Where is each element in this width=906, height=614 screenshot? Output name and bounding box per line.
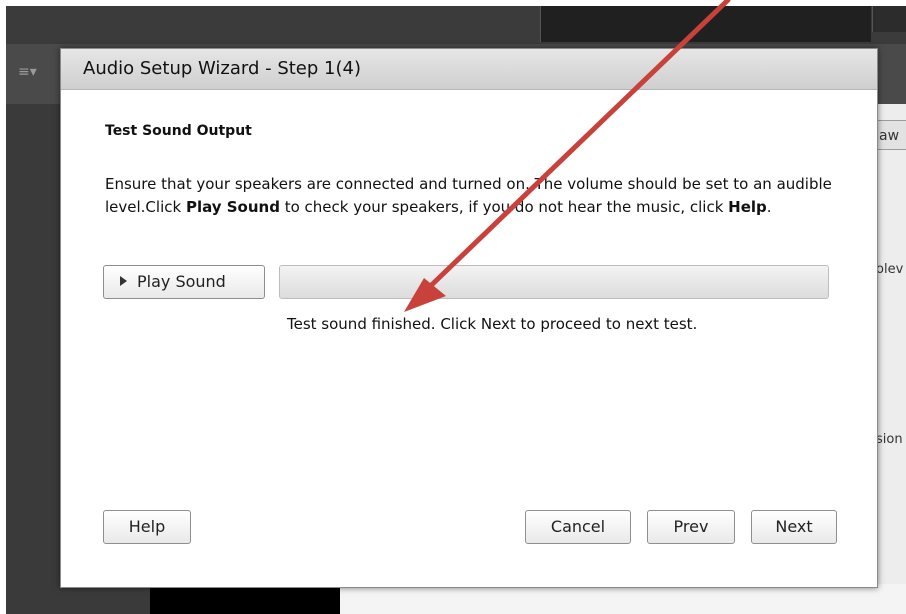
menu-icon: ≡▾ — [18, 64, 37, 80]
screen: ≡▾ aw olev sion Audio Setup Wizard - Ste… — [0, 0, 906, 614]
background-top-right-panel — [872, 6, 906, 32]
play-sound-button[interactable]: Play Sound — [103, 265, 265, 299]
dialog-titlebar[interactable]: Audio Setup Wizard - Step 1(4) — [61, 49, 877, 90]
background-right-button[interactable]: aw — [874, 120, 906, 150]
instructions-part: . — [766, 198, 772, 216]
instructions-play-sound-emphasis: Play Sound — [185, 198, 280, 216]
background-bottom-block — [150, 584, 340, 614]
help-button[interactable]: Help — [103, 510, 191, 544]
cancel-button[interactable]: Cancel — [525, 510, 631, 544]
next-button[interactable]: Next — [751, 510, 837, 544]
play-icon — [120, 275, 127, 286]
background-right-text: olev — [876, 262, 904, 277]
status-message: Test sound finished. Click Next to proce… — [287, 315, 698, 333]
instructions-part: to check your speakers, if you do not he… — [279, 198, 729, 216]
audio-setup-dialog: Audio Setup Wizard - Step 1(4) Test Soun… — [60, 48, 878, 588]
background-bottom-panel — [340, 584, 906, 614]
instructions-text: Ensure that your speakers are connected … — [105, 173, 835, 219]
background-top-panel — [540, 6, 871, 42]
play-sound-label: Play Sound — [137, 272, 226, 291]
instructions-help-emphasis: Help — [728, 198, 767, 216]
sound-progress-bar — [279, 265, 829, 299]
section-title: Test Sound Output — [105, 123, 252, 139]
sound-progress-fill — [280, 266, 828, 298]
background-right-panel — [876, 104, 906, 584]
background-right-text: sion — [876, 432, 903, 447]
dialog-title: Audio Setup Wizard - Step 1(4) — [83, 58, 361, 79]
prev-button[interactable]: Prev — [647, 510, 735, 544]
